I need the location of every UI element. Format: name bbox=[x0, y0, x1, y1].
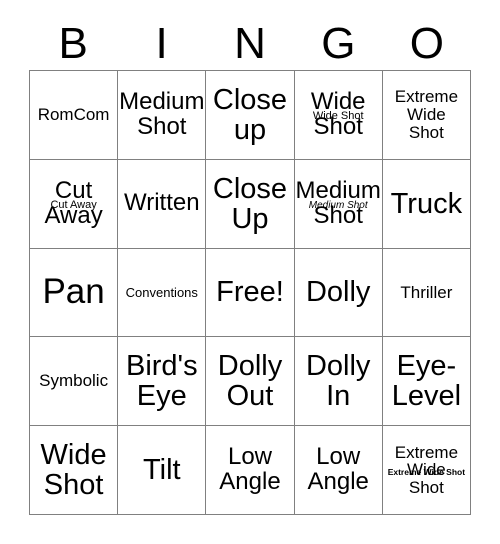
bingo-cell-label: Dolly Out bbox=[217, 350, 283, 413]
bingo-cell-label: Dolly In bbox=[305, 350, 371, 413]
bingo-header-letter-b: B bbox=[58, 19, 88, 68]
bingo-cell-n3[interactable]: Free! bbox=[206, 248, 295, 338]
bingo-cell-i3[interactable]: Conventions bbox=[118, 248, 207, 338]
bingo-header-letter-n: N bbox=[234, 19, 266, 68]
bingo-cell-n5[interactable]: Low Angle bbox=[206, 426, 295, 515]
bingo-cell-b1[interactable]: RomCom bbox=[30, 71, 119, 160]
bingo-header-row: B I N G O bbox=[29, 18, 471, 70]
bingo-cell-g5[interactable]: Low Angle bbox=[294, 426, 383, 515]
bingo-cell-label: Free! bbox=[216, 276, 284, 309]
bingo-cell-i4[interactable]: Bird's Eye bbox=[118, 337, 207, 427]
bingo-header-letter-g: G bbox=[321, 19, 356, 68]
bingo-cell-o1[interactable]: Extreme Wide Shot bbox=[382, 71, 471, 160]
bingo-cell-i1[interactable]: Medium Shot bbox=[118, 71, 207, 160]
bingo-cell-b2[interactable]: Cut Away Cut Away bbox=[30, 159, 119, 249]
bingo-cell-label: Low Angle bbox=[307, 443, 369, 496]
bingo-cell-o2[interactable]: Truck bbox=[382, 159, 471, 249]
bingo-cell-o3[interactable]: Thriller bbox=[382, 248, 471, 338]
bingo-cell-b4[interactable]: Symbolic bbox=[30, 337, 119, 427]
bingo-cell-label: Tilt bbox=[142, 454, 181, 487]
bingo-card: B I N G O RomCom Medium Shot Close up Wide … bbox=[0, 0, 500, 544]
bingo-cell-label: Thriller bbox=[400, 282, 453, 302]
bingo-cell-label: Wide Shot bbox=[40, 438, 107, 502]
bingo-cell-label: Bird's Eye bbox=[125, 350, 198, 413]
bingo-cell-label: Close Up bbox=[212, 172, 288, 235]
bingo-cell-n2[interactable]: Close Up bbox=[206, 159, 295, 249]
bingo-cell-n1[interactable]: Close up bbox=[206, 71, 295, 160]
bingo-header-letter-o: O bbox=[409, 19, 444, 68]
bingo-cell-i2[interactable]: Written bbox=[118, 159, 207, 249]
bingo-grid: RomCom Medium Shot Close up Wide Shot Wide S… bbox=[29, 70, 471, 515]
bingo-cell-b5[interactable]: Wide Shot bbox=[30, 426, 119, 515]
bingo-cell-g4[interactable]: Dolly In bbox=[294, 337, 383, 427]
bingo-cell-label: Truck bbox=[390, 187, 463, 220]
bingo-cell-label: Pan bbox=[42, 272, 105, 312]
bingo-cell-label: Dolly bbox=[305, 276, 371, 309]
bingo-cell-label: Conventions bbox=[125, 284, 198, 300]
bingo-cell-label: Extreme Wide Shot bbox=[394, 87, 459, 142]
bingo-cell-g3[interactable]: Dolly bbox=[294, 248, 383, 338]
bingo-cell-o5[interactable]: Extreme Wide Shot Extreme Wide Shot bbox=[382, 426, 471, 515]
bingo-cell-label: Wide Shot bbox=[310, 87, 366, 140]
bingo-cell-n4[interactable]: Dolly Out bbox=[206, 337, 295, 427]
bingo-cell-label: RomCom bbox=[37, 105, 110, 125]
bingo-cell-label: Low Angle bbox=[219, 443, 281, 496]
bingo-cell-label: Eye- Level bbox=[391, 350, 462, 413]
bingo-cell-g2[interactable]: Medium Shot Medium Shot bbox=[294, 159, 383, 249]
bingo-cell-b3[interactable]: Pan bbox=[30, 248, 119, 338]
bingo-cell-o4[interactable]: Eye- Level bbox=[382, 337, 471, 427]
bingo-cell-label: Medium Shot bbox=[295, 176, 381, 229]
bingo-cell-label: Close up bbox=[212, 83, 288, 146]
bingo-cell-label: Symbolic bbox=[39, 371, 109, 391]
bingo-cell-i5[interactable]: Tilt bbox=[118, 426, 207, 515]
bingo-cell-label: Cut Away bbox=[44, 176, 103, 229]
bingo-cell-g1[interactable]: Wide Shot Wide Shot bbox=[294, 71, 383, 160]
bingo-cell-label: Extreme Wide Shot bbox=[394, 442, 459, 497]
bingo-cell-label: Medium Shot bbox=[119, 87, 205, 140]
bingo-cell-label: Written bbox=[124, 189, 200, 217]
bingo-header-letter-i: I bbox=[155, 19, 168, 68]
